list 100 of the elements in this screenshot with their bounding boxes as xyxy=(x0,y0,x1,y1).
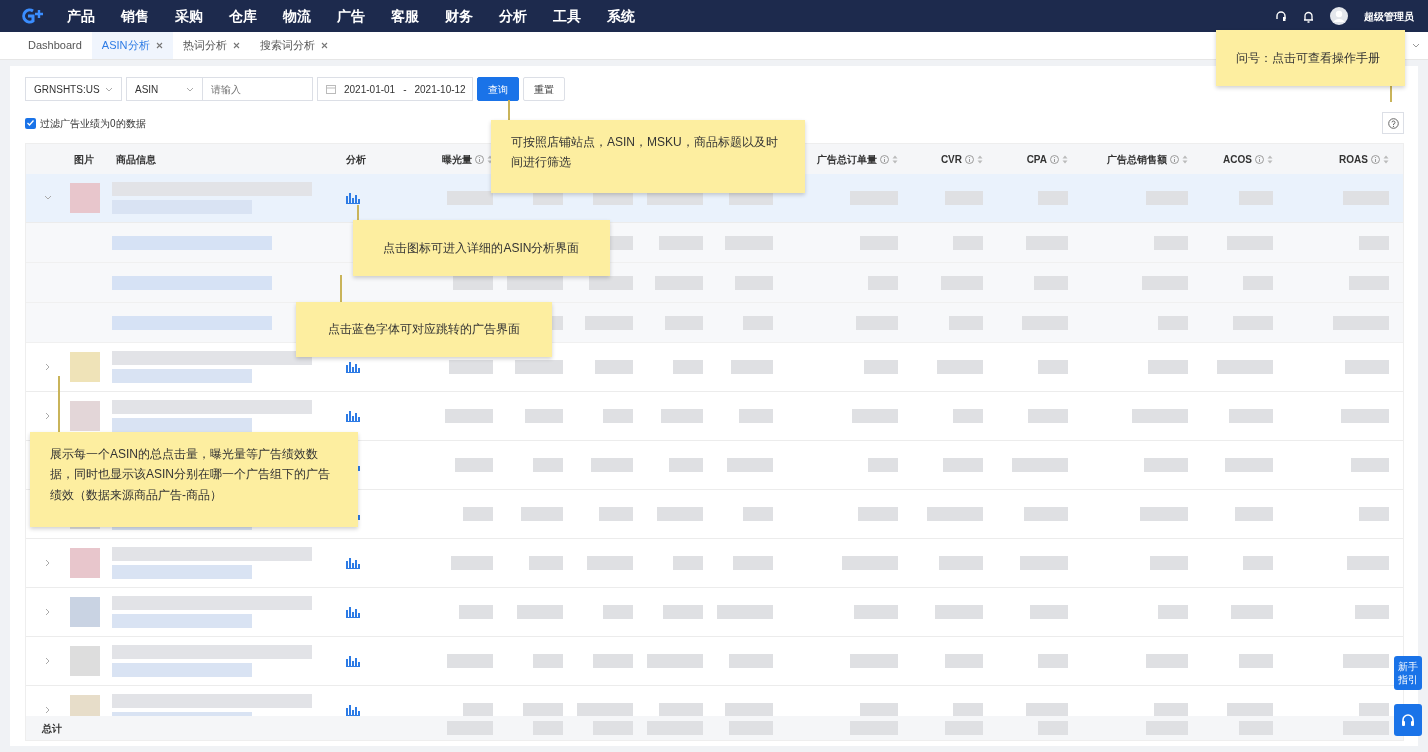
nav-menu-item[interactable]: 系统 xyxy=(594,5,648,27)
user-name[interactable]: 超级管理员 xyxy=(1364,8,1414,24)
guide-button[interactable]: 新手指引 xyxy=(1394,656,1422,690)
column-header: 分析 xyxy=(346,153,366,165)
blurred-text xyxy=(1154,703,1188,716)
chevron-right-icon[interactable] xyxy=(44,363,52,371)
chevron-down-icon xyxy=(186,86,194,92)
leader-line xyxy=(58,376,60,432)
annotation-note: 问号：点击可查看操作手册 xyxy=(1216,30,1405,86)
blurred-text xyxy=(661,409,703,423)
blurred-text xyxy=(1333,315,1389,330)
page-tab[interactable]: 热词分析 xyxy=(172,32,250,59)
blurred-text xyxy=(585,315,633,330)
blurred-text xyxy=(854,605,898,619)
blurred-text xyxy=(937,360,983,374)
page-tab[interactable]: ASIN分析 xyxy=(91,32,173,59)
chevron-right-icon[interactable] xyxy=(44,559,52,567)
blurred-text xyxy=(858,507,898,521)
support-button[interactable] xyxy=(1394,704,1422,736)
query-button[interactable]: 查询 xyxy=(477,77,519,101)
blurred-text xyxy=(743,507,773,521)
blurred-text xyxy=(1227,703,1273,716)
nav-menu-item[interactable]: 物流 xyxy=(270,5,324,27)
search-input[interactable]: 请输入 xyxy=(203,77,313,101)
annotation-note: 展示每一个ASIN的总点击量，曝光量等广告绩效数据，同时也显示该ASIN分别在哪一个广告组下的广告绩效（数据来源商品广告-商品） xyxy=(30,432,358,527)
blurred-text xyxy=(447,654,493,668)
bar-chart-icon[interactable] xyxy=(346,361,360,373)
chevron-down-icon xyxy=(105,86,113,92)
help-button[interactable] xyxy=(1382,112,1404,134)
blurred-text xyxy=(945,191,983,205)
blurred-text xyxy=(587,556,633,570)
info-icon xyxy=(1170,154,1179,164)
chevron-right-icon[interactable] xyxy=(44,608,52,616)
nav-menu-item[interactable]: 工具 xyxy=(540,5,594,27)
chevron-right-icon[interactable] xyxy=(44,657,52,665)
avatar-icon[interactable] xyxy=(1330,7,1348,25)
blurred-text xyxy=(1150,556,1188,570)
nav-menu-item[interactable]: 采购 xyxy=(162,5,216,27)
nav-menu-item[interactable]: 广告 xyxy=(324,5,378,27)
bell-icon[interactable] xyxy=(1303,9,1314,23)
blurred-text xyxy=(1034,275,1068,290)
chevron-right-icon[interactable] xyxy=(44,706,52,714)
column-header: CVR xyxy=(940,152,962,167)
info-icon xyxy=(1050,154,1059,164)
checkmark-icon xyxy=(27,120,34,126)
blurred-text xyxy=(860,235,898,250)
bar-chart-icon[interactable] xyxy=(346,410,360,422)
reset-button[interactable]: 重置 xyxy=(523,77,565,101)
sort-icon[interactable] xyxy=(487,154,493,164)
chevron-down-icon[interactable] xyxy=(44,194,52,202)
logo-icon[interactable] xyxy=(20,8,46,24)
info-icon xyxy=(880,154,889,164)
blurred-text xyxy=(459,605,493,619)
blurred-text xyxy=(717,605,773,619)
annotation-note: 可按照店铺站点，ASIN，MSKU，商品标题以及时间进行筛选 xyxy=(491,120,805,193)
date-range-field[interactable]: 2021-01-01 - 2021-10-12 xyxy=(317,77,473,101)
nav-menu-item[interactable]: 客服 xyxy=(378,5,432,27)
close-icon[interactable] xyxy=(155,42,163,49)
bar-chart-icon[interactable] xyxy=(346,704,360,716)
blurred-text xyxy=(515,360,563,374)
bar-chart-icon[interactable] xyxy=(346,606,360,618)
chevron-right-icon[interactable] xyxy=(44,412,52,420)
blurred-text xyxy=(1154,235,1188,250)
close-icon[interactable] xyxy=(320,42,328,49)
blurred-text xyxy=(659,703,703,716)
blurred-text xyxy=(589,275,633,290)
leader-line xyxy=(340,275,342,302)
photo-placeholder xyxy=(70,695,100,716)
blurred-text xyxy=(521,507,563,521)
blurred-text xyxy=(1028,409,1068,423)
page-tab[interactable]: 搜索词分析 xyxy=(249,32,338,59)
blurred-text xyxy=(860,703,898,716)
bar-chart-icon[interactable] xyxy=(346,192,360,204)
blurred-text xyxy=(1341,409,1389,423)
nav-menu-item[interactable]: 仓库 xyxy=(216,5,270,27)
blurred-text xyxy=(445,409,493,423)
filter-checkbox[interactable] xyxy=(25,117,36,129)
store-select[interactable]: GRNSHTS:US xyxy=(25,77,122,101)
blurred-text xyxy=(842,556,898,570)
blurred-text xyxy=(663,605,703,619)
bar-chart-icon[interactable] xyxy=(346,557,360,569)
search-type-select[interactable]: ASIN xyxy=(126,77,203,101)
headset-icon[interactable] xyxy=(1275,9,1287,23)
blurred-text xyxy=(856,315,898,330)
bar-chart-icon[interactable] xyxy=(346,655,360,667)
blurred-text xyxy=(1026,703,1068,716)
column-header: 图片 xyxy=(74,153,94,165)
chevron-down-icon[interactable] xyxy=(1412,43,1420,48)
page-tab[interactable]: Dashboard xyxy=(18,32,92,59)
photo-placeholder xyxy=(70,183,100,213)
nav-menu-item[interactable]: 销售 xyxy=(108,5,162,27)
info-icon xyxy=(1371,154,1380,164)
calendar-icon xyxy=(326,84,336,94)
close-icon[interactable] xyxy=(232,42,240,49)
blurred-text xyxy=(735,275,773,290)
blurred-text xyxy=(1026,235,1068,250)
nav-menu-item[interactable]: 财务 xyxy=(432,5,486,27)
blurred-text xyxy=(1227,235,1273,250)
nav-menu-item[interactable]: 分析 xyxy=(486,5,540,27)
nav-menu-item[interactable]: 产品 xyxy=(54,5,108,27)
